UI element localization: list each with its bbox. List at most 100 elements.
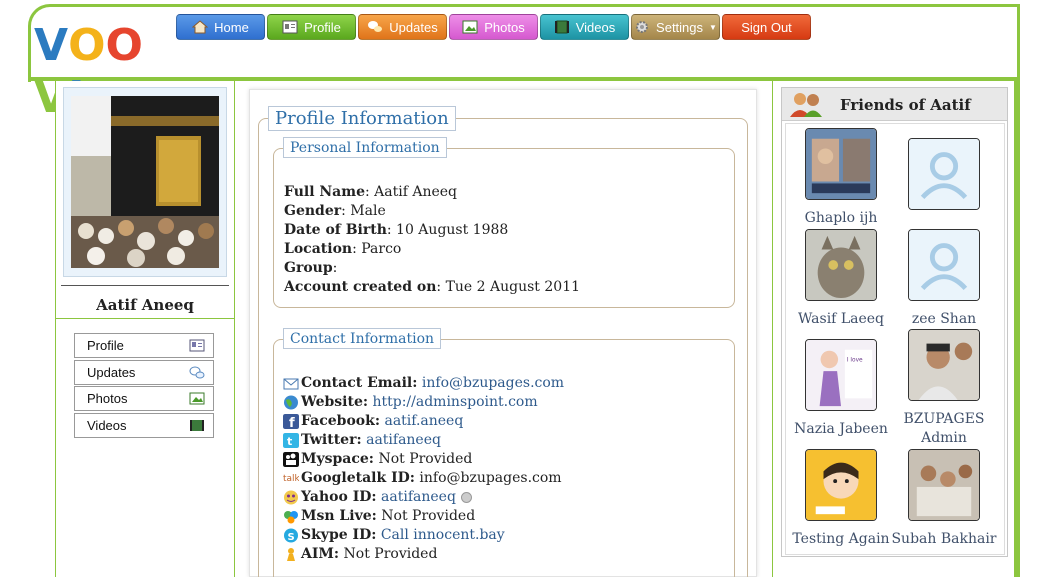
yahoo-link[interactable]: aatifaneeq [381, 488, 456, 507]
info-row-account-created: Account created on: Tue 2 August 2011 [284, 279, 581, 295]
contact-information-title: Contact Information [283, 328, 442, 349]
info-value: 10 August 1988 [396, 222, 509, 238]
nav-signout-button[interactable]: Sign Out [722, 14, 811, 40]
contact-value: info@bzupages.com [419, 470, 562, 486]
nav-home-button[interactable]: Home [176, 14, 265, 40]
id-card-icon [282, 20, 298, 34]
info-value: Parco [361, 241, 402, 257]
friend-card[interactable]: Subah Bakhair [889, 449, 999, 549]
friend-card[interactable]: I love Nazia Jabeen [786, 339, 896, 439]
info-label: Group [284, 260, 333, 276]
profile-photo-frame [63, 87, 227, 277]
friend-avatar[interactable] [908, 329, 980, 401]
logo-letter: O [105, 20, 143, 71]
friend-name[interactable]: zee Shan [889, 310, 999, 329]
contact-label: Website: [301, 394, 369, 410]
picture-icon [462, 20, 478, 34]
svg-text:I love: I love [847, 357, 863, 363]
nav-signout-label: Sign Out [741, 19, 792, 35]
main-nav: Home Profile Updates Photos Videos Setti… [176, 14, 813, 40]
left-sidebar: Aatif Aneeq Profile Updates Photos Video… [55, 81, 235, 577]
side-menu-label: Profile [87, 338, 124, 353]
myspace-icon [283, 452, 299, 467]
friend-card[interactable]: BZUPAGES Admin [889, 329, 999, 448]
side-menu-item-updates[interactable]: Updates [74, 359, 214, 385]
info-label: Account created on [284, 279, 437, 295]
aim-icon [287, 548, 295, 561]
contact-label: Twitter: [301, 432, 362, 448]
friends-icon [790, 93, 822, 117]
nav-videos-label: Videos [575, 19, 616, 35]
contact-value: Not Provided [381, 508, 476, 524]
contact-row-facebook: f Facebook: aatif.aneeq [283, 412, 564, 431]
side-menu-item-profile[interactable]: Profile [74, 333, 214, 358]
contact-label: Googletalk ID: [301, 470, 415, 486]
contact-row-aim: AIM: Not Provided [283, 545, 564, 564]
yahoo-icon [284, 490, 298, 505]
friend-name[interactable]: BZUPAGES Admin [889, 410, 999, 448]
nav-videos-button[interactable]: Videos [540, 14, 629, 40]
friend-avatar[interactable]: I love [805, 339, 877, 411]
info-row-location: Location: Parco [284, 241, 402, 257]
website-link[interactable]: http://adminspoint.com [372, 393, 537, 412]
contact-row-myspace: Myspace: Not Provided [283, 450, 564, 469]
profile-name: Aatif Aneeq [96, 296, 194, 314]
side-menu-item-videos[interactable]: Videos [74, 412, 214, 438]
friend-card[interactable]: Testing Again [786, 449, 896, 549]
msn-icon [284, 511, 298, 524]
contact-value: Not Provided [378, 451, 473, 467]
friend-name[interactable]: Testing Again [786, 530, 896, 549]
nav-settings-button[interactable]: Settings ▼ [631, 14, 720, 40]
friend-avatar[interactable] [805, 229, 877, 301]
contact-row-twitter: t Twitter: aatifaneeq [283, 431, 564, 450]
friend-card[interactable]: Ghaplo ijh [786, 128, 896, 228]
info-label: Gender [284, 203, 342, 219]
contact-row-email: Contact Email: info@bzupages.com [283, 374, 564, 393]
friends-header: Friends of Aatif [782, 88, 1007, 121]
contact-email-link[interactable]: info@bzupages.com [422, 374, 564, 393]
personal-information-title: Personal Information [283, 137, 447, 158]
friend-card[interactable] [889, 138, 999, 219]
side-menu: Profile Updates Photos Videos [74, 333, 214, 439]
svg-text:S: S [288, 532, 295, 543]
default-avatar-icon[interactable] [908, 229, 980, 301]
contact-row-googletalk: talk Googletalk ID: info@bzupages.com [283, 469, 564, 488]
default-avatar-icon[interactable] [908, 138, 980, 210]
gear-icon [636, 21, 649, 33]
side-menu-item-photos[interactable]: Photos [74, 386, 214, 412]
right-border [1014, 80, 1020, 577]
facebook-link[interactable]: aatif.aneeq [384, 412, 463, 431]
friend-avatar[interactable] [805, 449, 877, 521]
chat-bubbles-icon [189, 366, 205, 379]
nav-updates-button[interactable]: Updates [358, 14, 447, 40]
friend-card[interactable]: Wasif Laeeq [786, 229, 896, 329]
friend-name[interactable]: Subah Bakhair [889, 530, 999, 549]
contact-label: Msn Live: [301, 508, 377, 524]
logo-letter: O [68, 20, 106, 71]
facebook-icon: f [283, 414, 299, 429]
contact-label: Yahoo ID: [301, 489, 377, 505]
contact-label: Facebook: [301, 413, 381, 429]
nav-profile-label: Profile [304, 19, 341, 35]
friend-name[interactable]: Nazia Jabeen [786, 420, 896, 439]
profile-photo[interactable] [71, 96, 219, 268]
info-label: Date of Birth [284, 222, 387, 238]
nav-updates-label: Updates [389, 19, 438, 35]
info-value: Male [350, 203, 386, 219]
friend-name[interactable]: Wasif Laeeq [786, 310, 896, 329]
nav-photos-button[interactable]: Photos [449, 14, 538, 40]
voovi-logo[interactable]: VOOVI [34, 20, 169, 123]
friend-card[interactable]: zee Shan [889, 229, 999, 329]
nav-profile-button[interactable]: Profile [267, 14, 356, 40]
side-menu-label: Videos [87, 417, 127, 433]
friend-avatar[interactable] [908, 449, 980, 521]
name-divider [61, 285, 229, 286]
twitter-link[interactable]: aatifaneeq [366, 431, 441, 450]
friend-avatar[interactable] [805, 128, 877, 200]
skype-link[interactable]: Call innocent.bay [381, 526, 505, 545]
friend-name[interactable]: Ghaplo ijh [786, 209, 896, 228]
svg-text:f: f [289, 416, 295, 429]
twitter-icon: t [283, 433, 299, 448]
nav-settings-label: Settings [656, 19, 704, 35]
contact-label: AIM: [301, 546, 340, 562]
